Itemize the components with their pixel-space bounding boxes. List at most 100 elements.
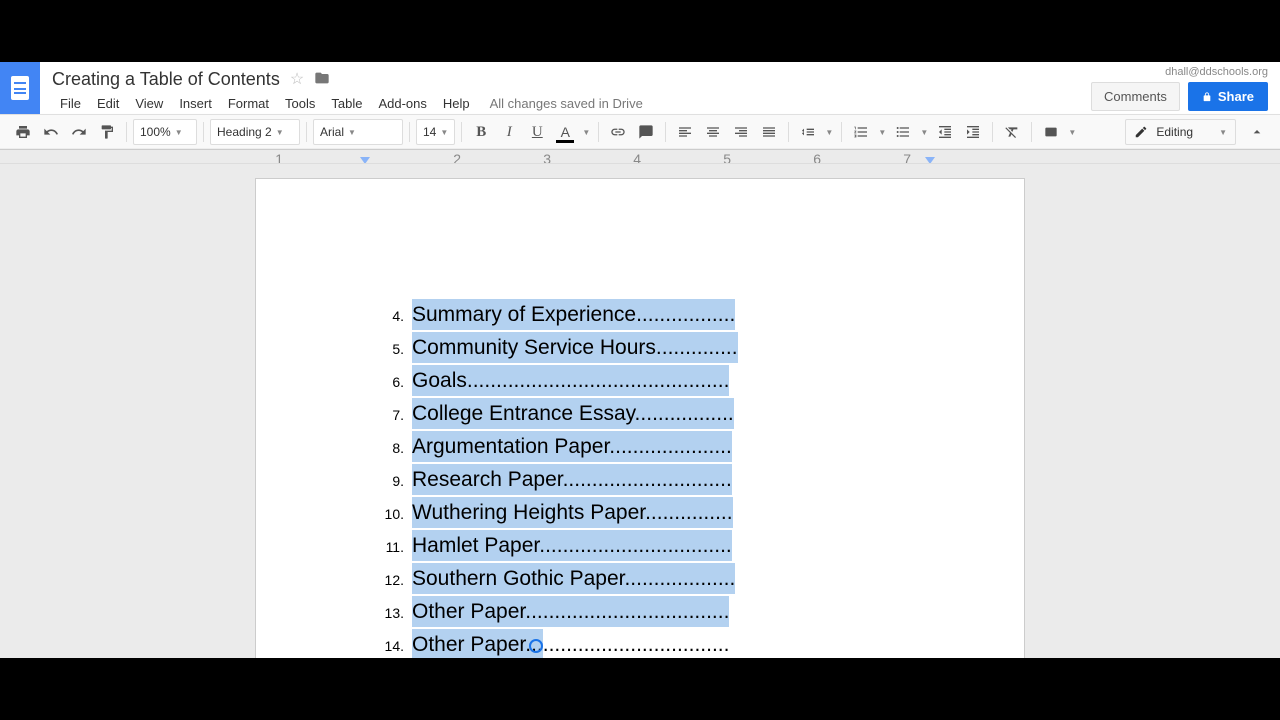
- italic-button[interactable]: I: [496, 119, 522, 145]
- document-page[interactable]: 4. Summary of Experience.................…: [255, 178, 1025, 658]
- style-select[interactable]: Heading 2▼: [210, 119, 300, 145]
- comment-icon[interactable]: [633, 119, 659, 145]
- toc-item-text: Other Paper.............................…: [412, 596, 729, 627]
- toolbar-right: Editing ▼: [1125, 119, 1270, 145]
- toc-item[interactable]: 8.Argumentation Paper...................…: [376, 431, 904, 464]
- document-title[interactable]: Creating a Table of Contents: [52, 69, 280, 90]
- undo-icon[interactable]: [38, 119, 64, 145]
- share-label: Share: [1218, 89, 1254, 104]
- toc-item-number: 5.: [376, 334, 404, 365]
- menu-table[interactable]: Table: [323, 96, 370, 111]
- header-buttons: Comments Share: [1091, 82, 1268, 111]
- toc-item-text: Hamlet Paper............................…: [412, 530, 732, 561]
- paint-format-icon[interactable]: [94, 119, 120, 145]
- comments-button[interactable]: Comments: [1091, 82, 1180, 111]
- align-left-icon[interactable]: [672, 119, 698, 145]
- separator: [409, 122, 410, 142]
- underline-button[interactable]: U: [524, 119, 550, 145]
- toc-item-number: 9.: [376, 466, 404, 497]
- menu-edit[interactable]: Edit: [89, 96, 127, 111]
- toc-item[interactable]: 5.Community Service Hours..............: [376, 332, 904, 365]
- toc-item-number: 12.: [376, 565, 404, 596]
- align-center-icon[interactable]: [700, 119, 726, 145]
- editing-mode-select[interactable]: Editing ▼: [1125, 119, 1236, 145]
- document-canvas[interactable]: 4. Summary of Experience.................…: [0, 164, 1280, 658]
- decrease-indent-icon[interactable]: [932, 119, 958, 145]
- separator: [1031, 122, 1032, 142]
- star-icon[interactable]: ☆: [290, 69, 304, 89]
- toc-item-text: Summary of Experience.................: [412, 299, 735, 330]
- menu-file[interactable]: File: [52, 96, 89, 111]
- toc-list[interactable]: 4. Summary of Experience.................…: [376, 299, 904, 658]
- toc-item[interactable]: 9. Research Paper........................…: [376, 464, 904, 497]
- toc-item-number: 10.: [376, 499, 404, 530]
- move-to-folder-icon[interactable]: [314, 70, 330, 89]
- ruler[interactable]: 1 2 3 4 5 6 7: [0, 150, 1280, 164]
- increase-indent-icon[interactable]: [960, 119, 986, 145]
- input-tools-caret[interactable]: ▼: [1066, 119, 1078, 145]
- toc-item-number: 13.: [376, 598, 404, 629]
- toolbar: 100%▼ Heading 2▼ Arial▼ 14▼ B I U A ▼ ▼ …: [0, 114, 1280, 150]
- editing-mode-label: Editing: [1156, 125, 1193, 139]
- toc-item-text: Wuthering Heights Paper...............: [412, 497, 733, 528]
- toc-item[interactable]: 13. Other Paper..........................…: [376, 596, 904, 629]
- menu-insert[interactable]: Insert: [171, 96, 220, 111]
- menu-addons[interactable]: Add-ons: [370, 96, 434, 111]
- bulleted-list-caret[interactable]: ▼: [918, 119, 930, 145]
- toc-item[interactable]: 7.College Entrance Essay................…: [376, 398, 904, 431]
- toc-item-text: Goals...................................…: [412, 365, 729, 396]
- save-status: All changes saved in Drive: [478, 96, 643, 111]
- cursor-indicator: [529, 639, 543, 653]
- numbered-list-caret[interactable]: ▼: [876, 119, 888, 145]
- align-justify-icon[interactable]: [756, 119, 782, 145]
- print-icon[interactable]: [10, 119, 36, 145]
- clear-formatting-icon[interactable]: [999, 119, 1025, 145]
- menu-view[interactable]: View: [127, 96, 171, 111]
- separator: [126, 122, 127, 142]
- bulleted-list-icon[interactable]: [890, 119, 916, 145]
- menu-help[interactable]: Help: [435, 96, 478, 111]
- toc-item[interactable]: 12.Southern Gothic Paper................…: [376, 563, 904, 596]
- toc-item-number: 4.: [376, 301, 404, 332]
- docs-logo[interactable]: [0, 62, 40, 114]
- separator: [598, 122, 599, 142]
- toc-item-tail: ................................: [543, 629, 730, 658]
- toc-item-number: 6.: [376, 367, 404, 398]
- title-area: Creating a Table of Contents ☆ File Edit…: [40, 62, 1091, 114]
- collapse-toolbar-icon[interactable]: [1244, 119, 1270, 145]
- menu-format[interactable]: Format: [220, 96, 277, 111]
- separator: [461, 122, 462, 142]
- toc-item[interactable]: 14. Other Paper..........................…: [376, 629, 904, 658]
- lock-icon: [1202, 92, 1212, 102]
- link-icon[interactable]: [605, 119, 631, 145]
- line-spacing-icon[interactable]: [795, 119, 821, 145]
- menu-tools[interactable]: Tools: [277, 96, 323, 111]
- toc-item-number: 8.: [376, 433, 404, 464]
- text-color-button[interactable]: A: [552, 119, 578, 145]
- separator: [841, 122, 842, 142]
- toc-item-number: 11.: [376, 532, 404, 563]
- separator: [992, 122, 993, 142]
- toc-item[interactable]: 6. Goals.................................…: [376, 365, 904, 398]
- font-select[interactable]: Arial▼: [313, 119, 403, 145]
- align-right-icon[interactable]: [728, 119, 754, 145]
- zoom-select[interactable]: 100%▼: [133, 119, 197, 145]
- toc-item[interactable]: 10. Wuthering Heights Paper..............…: [376, 497, 904, 530]
- bold-button[interactable]: B: [468, 119, 494, 145]
- toc-item[interactable]: 11. Hamlet Paper.........................…: [376, 530, 904, 563]
- input-tools-icon[interactable]: [1038, 119, 1064, 145]
- toc-item[interactable]: 4. Summary of Experience.................: [376, 299, 904, 332]
- share-button[interactable]: Share: [1188, 82, 1268, 111]
- toc-item-text: College Entrance Essay.................: [412, 398, 734, 429]
- toc-item-text: Research Paper..........................…: [412, 464, 732, 495]
- fontsize-select[interactable]: 14▼: [416, 119, 455, 145]
- text-color-caret[interactable]: ▼: [580, 119, 592, 145]
- separator: [306, 122, 307, 142]
- line-spacing-caret[interactable]: ▼: [823, 119, 835, 145]
- toc-item-text: Other Paper...: [412, 629, 543, 658]
- redo-icon[interactable]: [66, 119, 92, 145]
- header-right: dhall@ddschools.org Comments Share: [1091, 62, 1280, 111]
- toc-item-number: 14.: [376, 631, 404, 658]
- account-email[interactable]: dhall@ddschools.org: [1165, 66, 1268, 78]
- numbered-list-icon[interactable]: [848, 119, 874, 145]
